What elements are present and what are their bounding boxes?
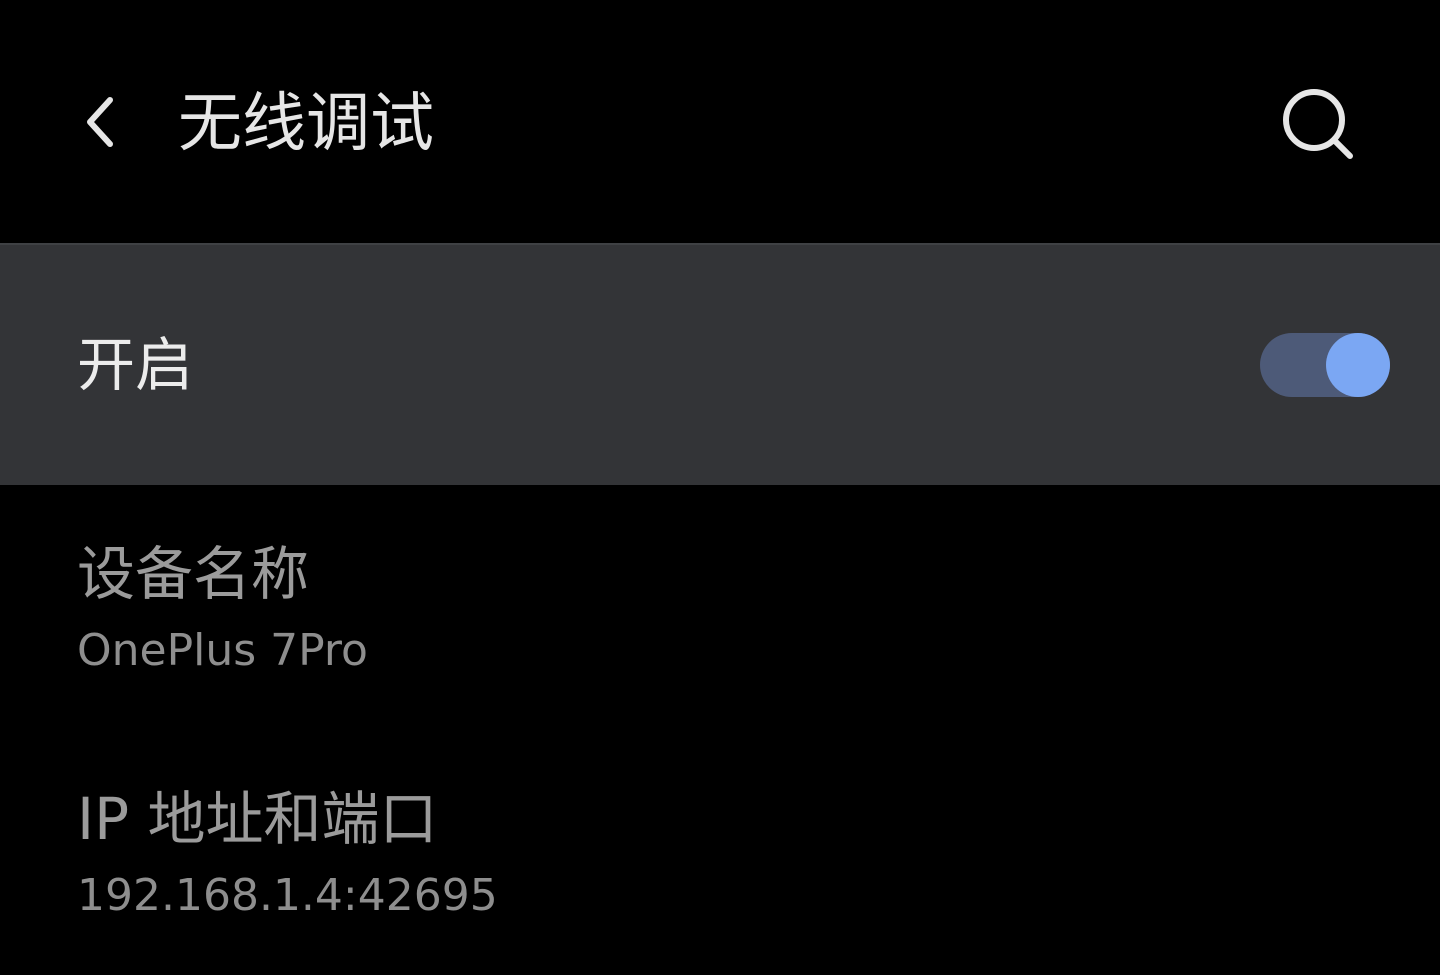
page-title: 无线调试: [178, 87, 434, 161]
enable-switch-label: 开启: [77, 331, 194, 399]
search-button[interactable]: [1272, 78, 1364, 170]
device-name-title: 设备名称: [77, 540, 310, 608]
search-icon: [1283, 89, 1353, 159]
chevron-left-icon: [87, 97, 113, 147]
enable-switch-row[interactable]: 开启: [0, 245, 1440, 485]
device-name-value: OnePlus 7Pro: [77, 625, 368, 676]
device-name-item[interactable]: 设备名称 OnePlus 7Pro: [0, 485, 1440, 725]
toggle-thumb: [1326, 333, 1390, 397]
ip-port-item[interactable]: IP 地址和端口 192.168.1.4:42695: [0, 730, 1440, 970]
enable-toggle[interactable]: [1260, 333, 1390, 397]
app-bar: 无线调试: [0, 0, 1440, 244]
back-button[interactable]: [60, 80, 140, 164]
ip-port-value: 192.168.1.4:42695: [77, 870, 498, 921]
ip-port-title: IP 地址和端口: [77, 785, 438, 853]
